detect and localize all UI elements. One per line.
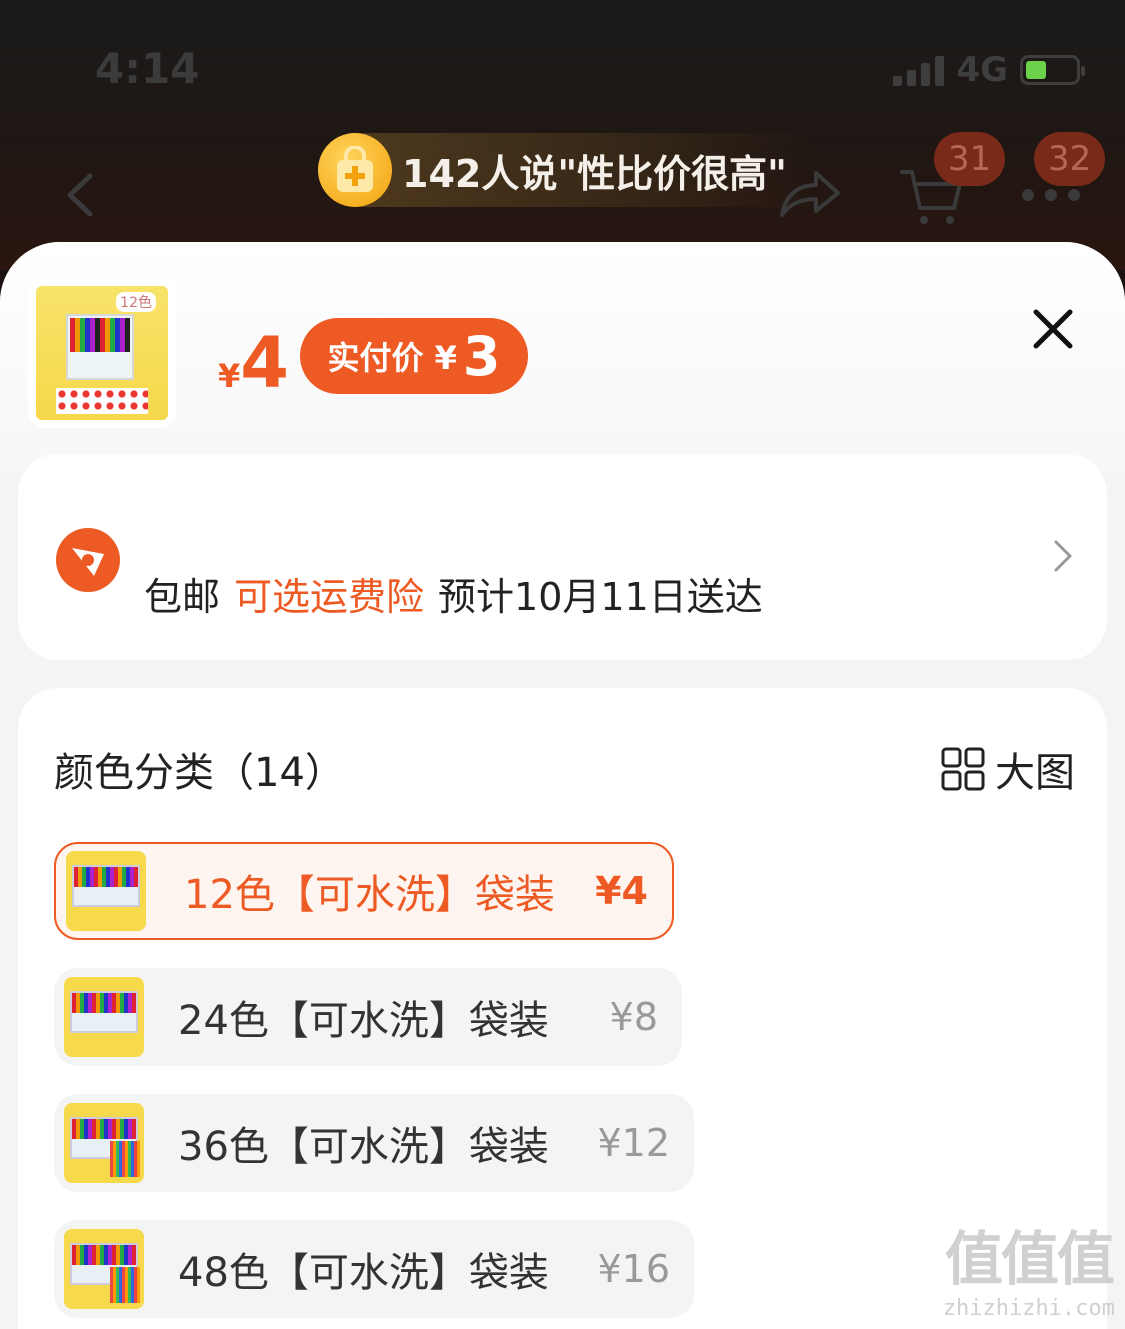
price-currency: ¥ [218, 357, 241, 395]
color-category-title: 颜色分类（14） [54, 750, 345, 796]
delivery-eta: 预计10月11日送达 [438, 575, 763, 619]
color-option-48[interactable]: 48色【可水洗】袋装 ¥16 [54, 1220, 694, 1318]
option-price: ¥4 [595, 869, 648, 913]
more-options-icon[interactable] [1020, 185, 1082, 205]
color-option-12[interactable]: 12色【可水洗】袋装 ¥4 [54, 842, 674, 940]
color-option-24[interactable]: 24色【可水洗】袋装 ¥8 [54, 968, 682, 1066]
option-price: ¥16 [597, 1247, 670, 1291]
status-time: 4:14 [95, 44, 200, 93]
option-thumbnail [64, 1229, 144, 1309]
signal-icon [893, 54, 945, 86]
network-type: 4G [956, 50, 1008, 90]
shopping-bag-plus-icon [318, 133, 392, 207]
product-price: ¥4 [218, 322, 289, 404]
color-option-36[interactable]: 36色【可水洗】袋装 ¥12 [54, 1094, 694, 1192]
big-image-toggle[interactable]: 大图 [941, 740, 1075, 798]
back-arrow-icon[interactable] [60, 172, 100, 218]
option-label: 48色【可水洗】袋装 [178, 1250, 549, 1296]
pay-price-label: 实付价 ¥ [327, 339, 457, 377]
option-thumbnail [64, 977, 144, 1057]
option-price: ¥12 [597, 1121, 670, 1165]
option-thumbnail [66, 851, 146, 931]
cart-badge: 31 [934, 132, 1006, 186]
shipping-info: 包邮 可选运费险 预计10月11日送达 [144, 566, 763, 621]
chevron-right-icon[interactable] [1048, 538, 1076, 574]
watermark-url: zhizhizhi.com [942, 1296, 1115, 1321]
shipping-logo-icon [56, 528, 120, 592]
share-icon[interactable] [776, 165, 842, 221]
battery-icon [1020, 55, 1085, 85]
top-bar: 4:14 4G 142人说"性比价很高" 31 32 [0, 0, 1125, 270]
big-image-label: 大图 [995, 750, 1075, 796]
option-label: 12色【可水洗】袋装 [184, 872, 555, 918]
shipping-insurance-link[interactable]: 可选运费险 [234, 575, 424, 619]
option-thumbnail [64, 1103, 144, 1183]
grid-view-icon [941, 747, 985, 791]
option-price: ¥8 [609, 995, 658, 1039]
pay-price-value: 3 [462, 324, 501, 388]
product-thumbnail[interactable]: 12色 [28, 278, 176, 428]
close-icon[interactable] [1032, 308, 1074, 350]
status-indicators: 4G [893, 50, 1085, 90]
option-label: 36色【可水洗】袋装 [178, 1124, 549, 1170]
shipping-card[interactable]: 包邮 可选运费险 预计10月11日送达 [18, 454, 1107, 660]
watermark-logo: 值值值 [944, 1225, 1115, 1293]
watermark: 值值值 zhizhizhi.com [943, 1212, 1115, 1321]
promo-text: 142人说"性比价很高" [402, 151, 787, 196]
free-shipping-text: 包邮 [144, 575, 221, 619]
option-label: 24色【可水洗】袋装 [178, 998, 549, 1044]
actual-pay-price-badge: 实付价 ¥ 3 [300, 318, 528, 394]
more-badge: 32 [1034, 132, 1106, 186]
thumb-tag: 12色 [116, 292, 156, 312]
promo-banner[interactable]: 142人说"性比价很高" [318, 133, 818, 207]
price-value: 4 [240, 322, 289, 404]
